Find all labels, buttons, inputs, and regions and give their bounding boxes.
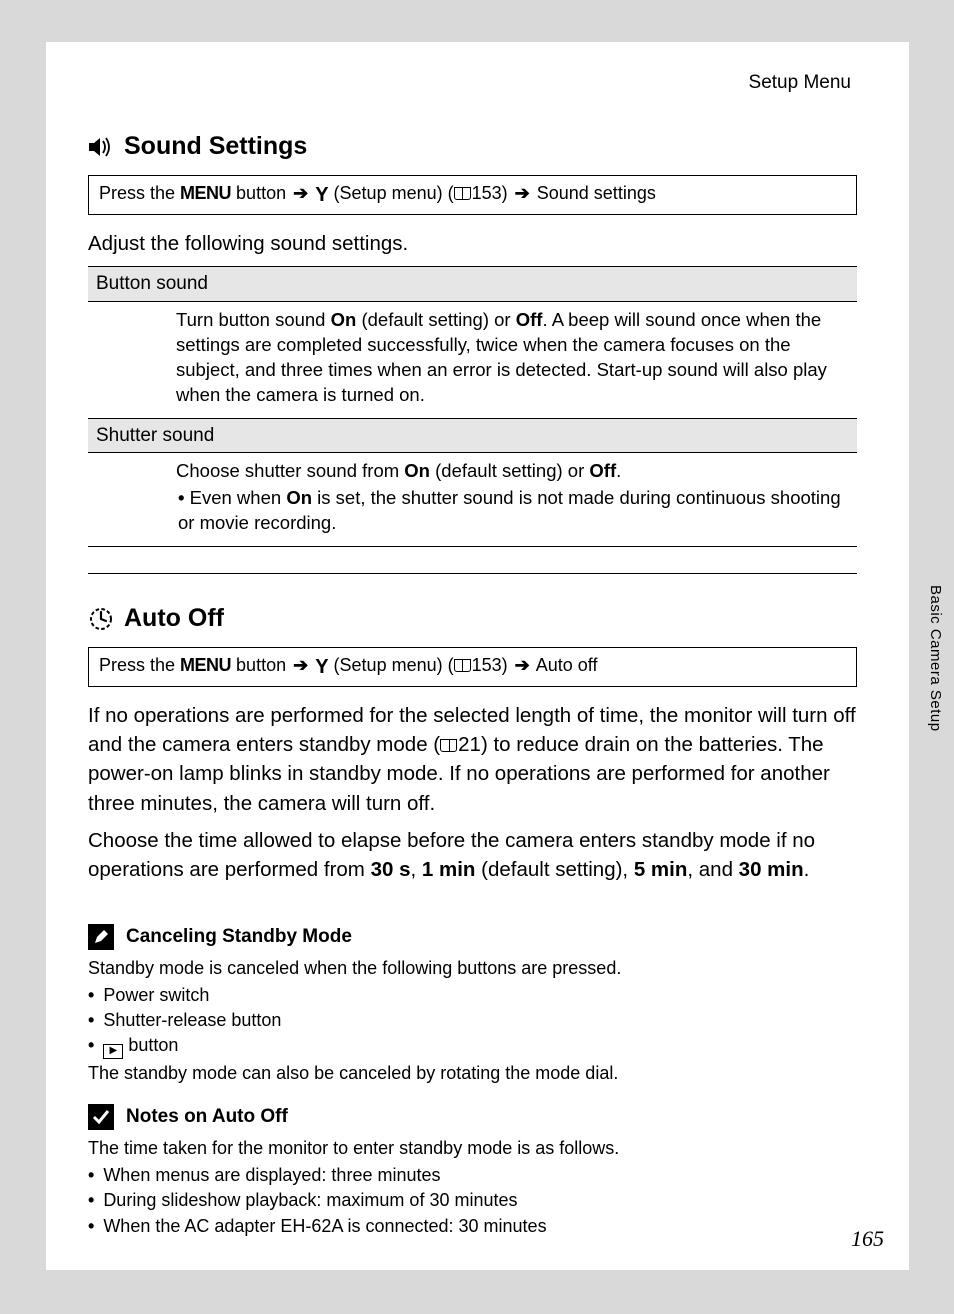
nav-text: (Setup menu) (	[329, 183, 454, 203]
arrow-icon: ➔	[293, 183, 308, 203]
text: (default setting) or	[430, 460, 589, 481]
page-ref: 21	[458, 733, 481, 756]
row-button-sound-head: Button sound	[88, 267, 857, 302]
nav-dest: Auto off	[532, 655, 598, 675]
text: .	[616, 460, 621, 481]
menu-button-label: MENU	[180, 183, 231, 203]
option-1min: 1 min	[422, 858, 476, 881]
option-on: On	[286, 487, 312, 508]
note-intro: The time taken for the monitor to enter …	[88, 1136, 857, 1161]
note-title: Notes on Auto Off	[126, 1106, 288, 1128]
arrow-icon: ➔	[293, 655, 308, 675]
text: .	[804, 858, 810, 881]
side-tab-marker	[928, 750, 954, 810]
nav-text: )	[502, 183, 513, 203]
list-item: ▶ button	[102, 1033, 857, 1059]
row-shutter-sound-body: Choose shutter sound from On (default se…	[88, 453, 857, 547]
text: (default setting) or	[356, 309, 515, 330]
side-chapter-label: Basic Camera Setup	[927, 585, 944, 732]
page-ref: 153	[472, 183, 502, 203]
autooff-para2: Choose the time allowed to elapse before…	[88, 826, 857, 884]
sound-intro: Adjust the following sound settings.	[88, 229, 857, 258]
text: Choose shutter sound from	[176, 460, 404, 481]
nav-text: (Setup menu) (	[329, 655, 454, 675]
nav-dest: Sound settings	[532, 183, 656, 203]
section-sound-settings-title: Sound Settings	[88, 132, 857, 161]
nav-text: Press the	[99, 655, 180, 675]
note-intro: Standby mode is canceled when the follow…	[88, 956, 857, 981]
book-icon	[440, 739, 457, 752]
row-button-sound-body: Turn button sound On (default setting) o…	[88, 301, 857, 418]
note-canceling-standby: Canceling Standby Mode Standby mode is c…	[88, 924, 857, 1086]
row-shutter-sound-head: Shutter sound	[88, 418, 857, 453]
nav-text: Press the	[99, 183, 180, 203]
pencil-icon	[88, 924, 114, 950]
text: (default setting),	[475, 858, 633, 881]
book-icon	[454, 659, 471, 672]
section-title-text: Auto Off	[124, 604, 224, 633]
list-item: During slideshow playback: maximum of 30…	[102, 1188, 857, 1213]
playback-icon: ▶	[103, 1044, 123, 1059]
section-auto-off-title: Auto Off	[88, 604, 857, 633]
wrench-icon: Y	[315, 184, 328, 207]
nav-path-autooff: Press the MENU button ➔ Y (Setup menu) (…	[88, 647, 857, 687]
speaker-icon	[88, 134, 114, 160]
note-title: Canceling Standby Mode	[126, 926, 352, 948]
option-5min: 5 min	[634, 858, 688, 881]
manual-page: Setup Menu Sound Settings Press the MENU…	[46, 42, 909, 1270]
page-ref: 153	[472, 655, 502, 675]
header-breadcrumb: Setup Menu	[88, 72, 857, 94]
text: Even when	[190, 487, 287, 508]
nav-path-sound: Press the MENU button ➔ Y (Setup menu) (…	[88, 175, 857, 215]
option-on: On	[404, 460, 430, 481]
option-off: Off	[589, 460, 616, 481]
option-30min: 30 min	[739, 858, 804, 881]
nav-text: button	[231, 655, 291, 675]
nav-text: button	[231, 183, 291, 203]
nav-text: )	[502, 655, 513, 675]
text: , and	[687, 858, 738, 881]
list-item: Shutter-release button	[102, 1008, 857, 1033]
note-outro: The standby mode can also be canceled by…	[88, 1061, 857, 1086]
wrench-icon: Y	[315, 656, 328, 679]
menu-button-label: MENU	[180, 655, 231, 675]
auto-off-icon	[88, 606, 114, 632]
note-auto-off: Notes on Auto Off The time taken for the…	[88, 1104, 857, 1239]
option-off: Off	[516, 309, 543, 330]
option-on: On	[331, 309, 357, 330]
list-item: When the AC adapter EH-62A is connected:…	[102, 1214, 857, 1239]
page-number: 165	[851, 1226, 884, 1252]
autooff-para1: If no operations are performed for the s…	[88, 701, 857, 817]
shutter-note: Even when On is set, the shutter sound i…	[178, 486, 849, 536]
option-30s: 30 s	[371, 858, 411, 881]
arrow-icon: ➔	[515, 183, 530, 203]
text: Turn button sound	[176, 309, 331, 330]
text: ,	[410, 858, 421, 881]
list-item: Power switch	[102, 983, 857, 1008]
arrow-icon: ➔	[515, 655, 530, 675]
text: button	[123, 1035, 178, 1055]
check-icon	[88, 1104, 114, 1130]
sound-settings-table: Button sound Turn button sound On (defau…	[88, 266, 857, 547]
section-title-text: Sound Settings	[124, 132, 307, 161]
section-divider	[88, 573, 857, 574]
book-icon	[454, 187, 471, 200]
list-item: When menus are displayed: three minutes	[102, 1163, 857, 1188]
